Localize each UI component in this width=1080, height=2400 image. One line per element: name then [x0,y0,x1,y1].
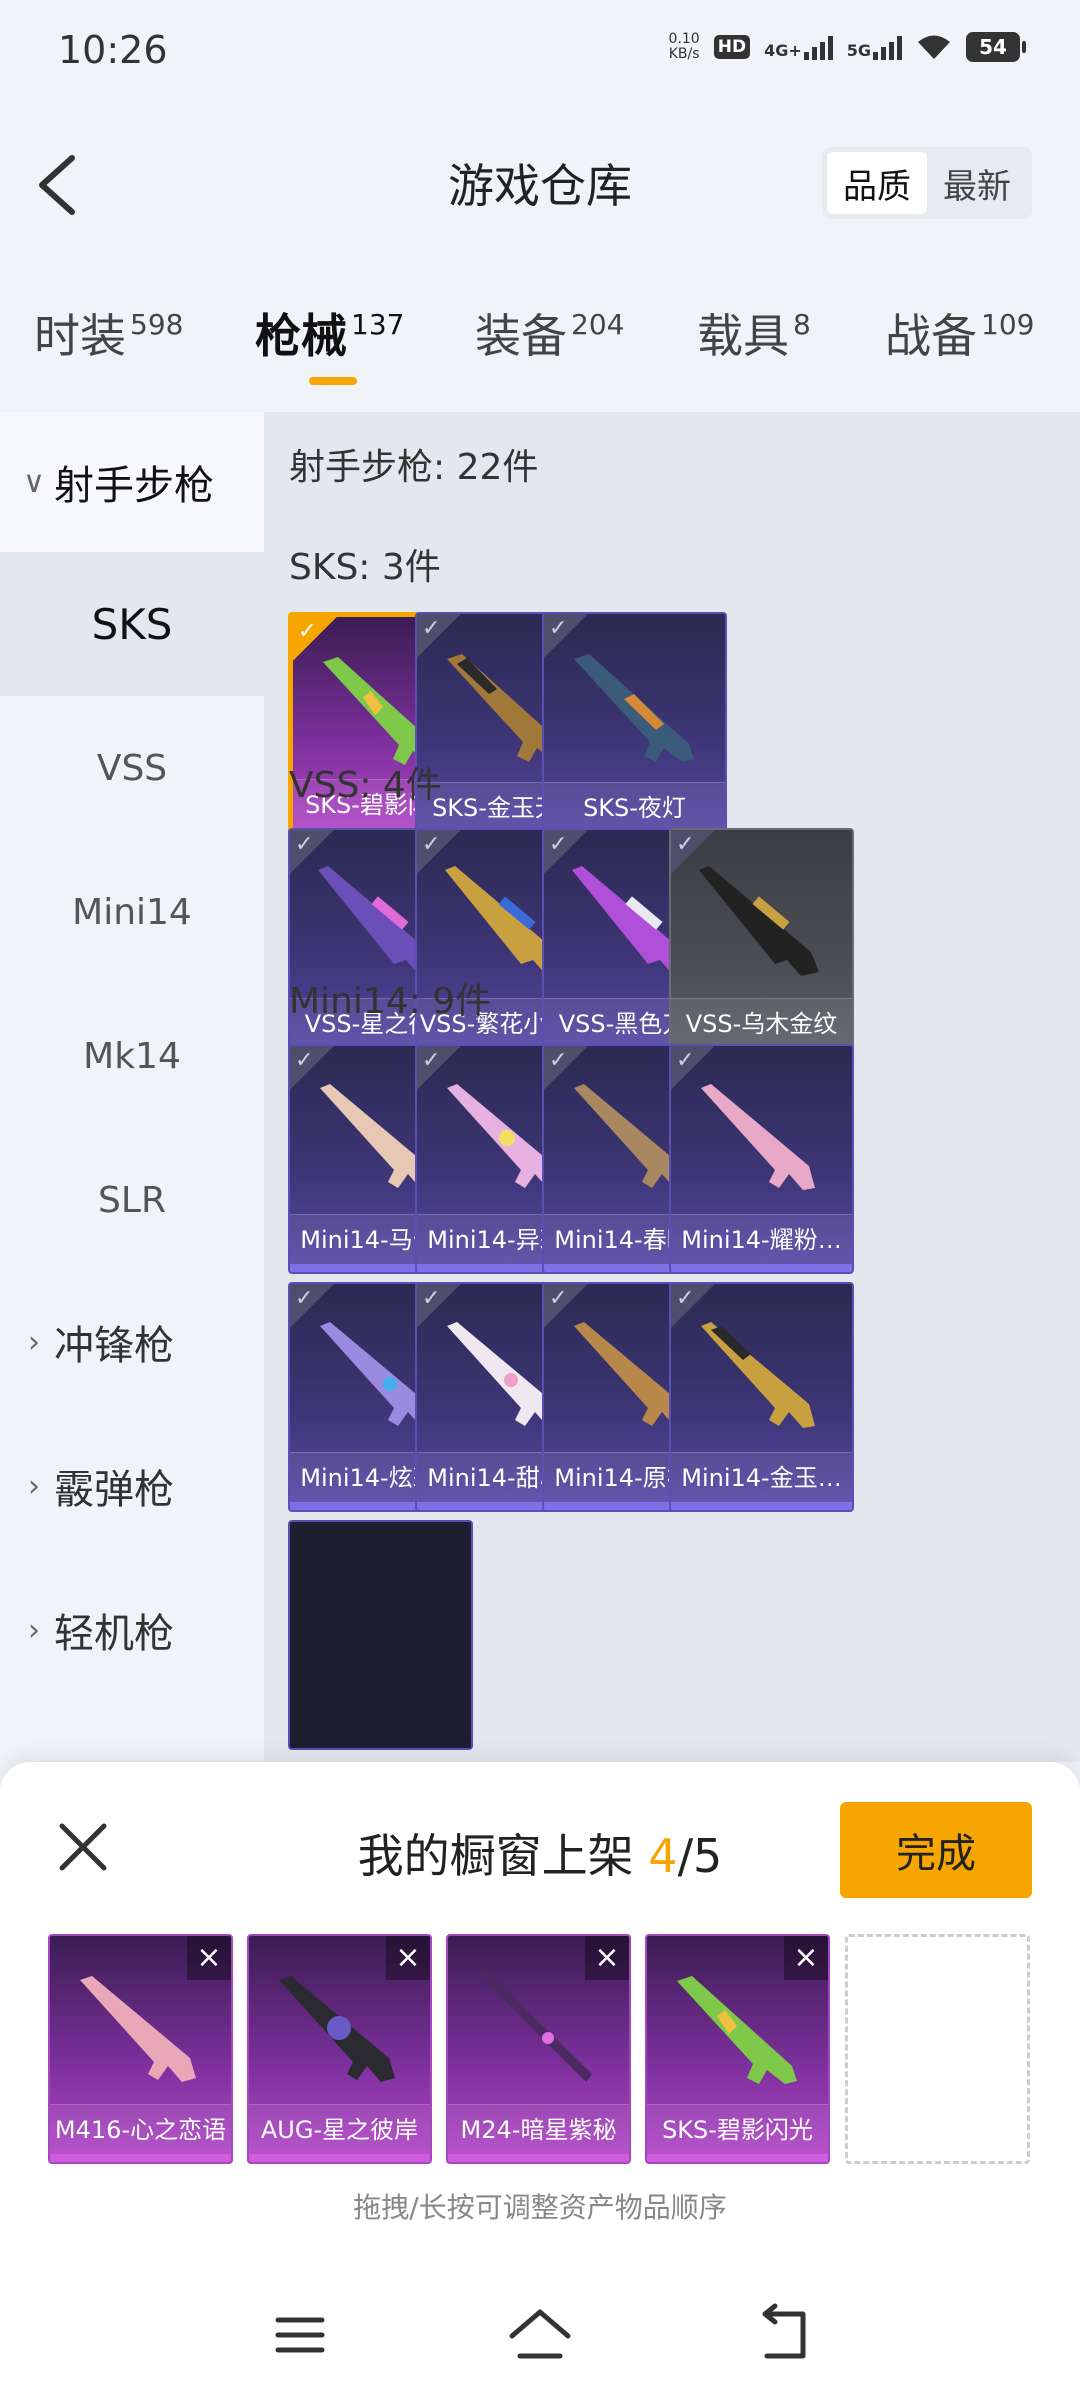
done-button[interactable]: 完成 [840,1802,1032,1898]
sort-toggle: 品质 最新 [822,147,1032,219]
showcase-item[interactable]: × SKS-碧影闪光 [645,1934,830,2164]
showcase-item[interactable]: × M416-心之恋语 [48,1934,233,2164]
group-title: VSS: 4件 [289,765,442,806]
remove-item-button[interactable]: × [585,1936,629,1980]
sort-quality-button[interactable]: 品质 [827,152,927,214]
system-nav-bar [0,2280,1080,2400]
category-tabs: 时装 598 枪械 137 装备 204 载具 8 战备 109 [0,300,1080,400]
status-icons: 0.10 KB/s HD 4G+ 5G 54 [668,31,1026,62]
battery-icon: 54 [966,32,1026,62]
rifle-icon [80,1976,196,2082]
chevron-right-icon: › [28,1324,40,1360]
back-icon [762,2303,806,2359]
tab-vehicles[interactable]: 载具 8 [697,300,811,366]
sidebar-category-dmr[interactable]: ∨ 射手步枪 [0,412,264,552]
weapon-grid: 射手步枪: 22件 SKS: 3件 ✓ SKS-碧影闪光 ✓ SKS-金玉无双 … [264,412,1080,1762]
tab-supplies[interactable]: 战备 109 [885,300,1034,366]
network-speed: 0.10 KB/s [668,31,700,62]
rifle-icon [279,1976,395,2082]
weapon-card[interactable] [288,1520,473,1750]
tab-weapons[interactable]: 枪械 137 [255,300,404,366]
chevron-down-icon: ∨ [23,464,45,500]
home-icon [509,2309,571,2359]
active-tab-indicator [309,377,357,385]
category-summary: 射手步枪: 22件 [289,447,539,488]
sniper-rifle-icon [478,1970,592,2082]
remove-item-button[interactable]: × [386,1936,430,1980]
status-bar: 10:26 0.10 KB/s HD 4G+ 5G 54 [0,0,1080,100]
sidebar-item-sks[interactable]: SKS [0,552,264,696]
weapon-card[interactable]: ✓ Mini14-金玉… [669,1282,854,1512]
group-title: SKS: 3件 [289,547,441,588]
sidebar-item-slr[interactable]: SLR [0,1128,264,1272]
sidebar-category-smg[interactable]: › 冲锋枪 [0,1272,264,1412]
rifle-icon [701,1322,815,1428]
tab-equipment[interactable]: 装备 204 [475,300,624,366]
tab-fashion[interactable]: 时装 598 [34,300,183,366]
sniper-rifle-icon [699,866,819,976]
hd-icon: HD [713,35,751,59]
sidebar-category-lmg[interactable]: › 轻机枪 [0,1560,264,1700]
showcase-item[interactable]: × M24-暗星紫秘 [446,1934,631,2164]
sidebar-item-mk14[interactable]: Mk14 [0,984,264,1128]
group-title: Mini14: 9件 [289,981,492,1022]
showcase-count: 4 [648,1829,678,1883]
reorder-hint: 拖拽/长按可调整资产物品顺序 [353,2191,727,2224]
nav-back-button[interactable] [745,2300,825,2370]
sidebar: ∨ 射手步枪 SKS VSS Mini14 Mk14 SLR › 冲锋枪 › 霰… [0,412,264,1762]
signal-sim2-icon: 5G [847,34,902,60]
sidebar-item-vss[interactable]: VSS [0,696,264,840]
remove-item-button[interactable]: × [187,1936,231,1980]
chevron-right-icon: › [28,1468,40,1504]
wifi-icon [918,35,950,59]
weapon-card[interactable]: ✓ VSS-乌木金纹 [669,828,854,1058]
rifle-icon [701,1084,815,1190]
weapon-card[interactable]: ✓ SKS-夜灯 [542,612,727,842]
sidebar-category-shotgun[interactable]: › 霰弹枪 [0,1416,264,1556]
status-time: 10:26 [58,28,168,72]
sidebar-item-mini14[interactable]: Mini14 [0,840,264,984]
showcase-item[interactable]: × AUG-星之彼岸 [247,1934,432,2164]
nav-home-button[interactable] [500,2300,580,2370]
remove-item-button[interactable]: × [784,1936,828,1980]
rifle-icon [574,654,694,762]
rifle-icon [677,1976,797,2084]
weapon-card[interactable]: ✓ Mini14-耀粉… [669,1044,854,1274]
empty-showcase-slot[interactable] [845,1934,1030,2164]
chevron-right-icon: › [28,1612,40,1648]
menu-icon [275,2317,325,2353]
nav-menu-button[interactable] [260,2300,340,2370]
sort-newest-button[interactable]: 最新 [927,152,1027,214]
signal-sim1-icon: 4G+ [764,34,833,60]
